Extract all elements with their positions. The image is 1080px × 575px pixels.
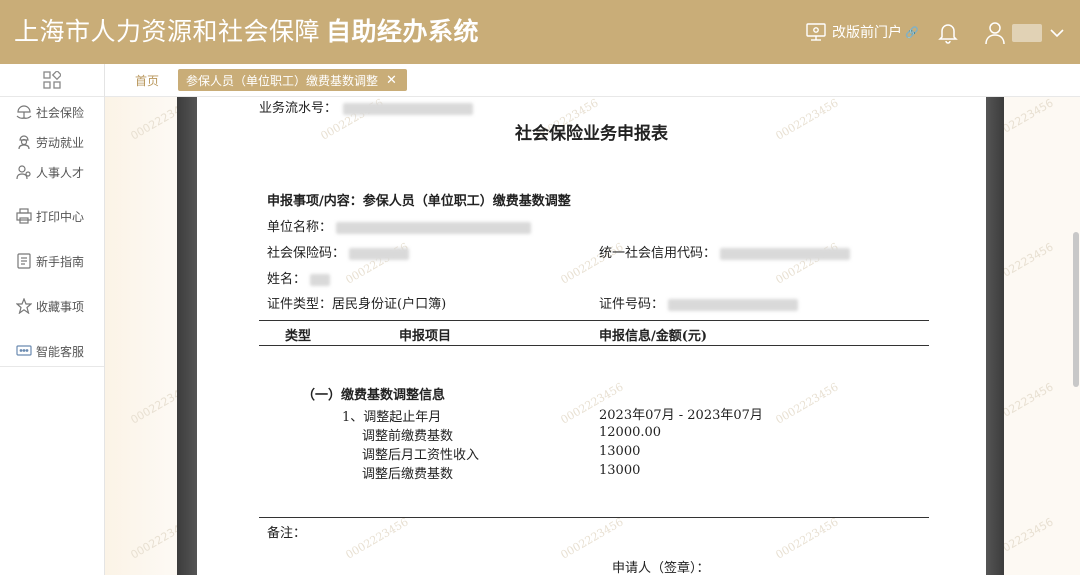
app-title-bold: 自助经办系统 — [326, 17, 480, 46]
printer-icon — [16, 208, 32, 224]
social-code-label: 社会保险码： — [267, 246, 346, 261]
tab-contribution-adjustment[interactable]: 参保人员（单位职工）缴费基数调整 ✕ — [178, 69, 407, 91]
sidebar-divider — [0, 366, 104, 367]
user-icon — [985, 22, 1005, 45]
id-type-value: 居民身份证(户口簿) — [332, 297, 447, 312]
sidebar-item-beginner-guide[interactable]: 新手指南 — [16, 251, 84, 271]
star-icon — [16, 298, 32, 314]
sidebar-item-label: 社会保险 — [36, 105, 85, 120]
sidebar-item-label: 打印中心 — [36, 209, 85, 224]
people-icon — [16, 165, 31, 180]
serial-number-row: 业务流水号： — [259, 97, 474, 116]
unit-name-row: 单位名称： — [267, 216, 532, 235]
guide-icon — [17, 253, 31, 269]
section-heading: （一）缴费基数调整信息 — [302, 388, 446, 403]
credit-code-label: 统一社会信用代码： — [599, 246, 717, 261]
row-label: 1、调整起止年月 — [342, 410, 442, 425]
app-header: 上海市人力资源和社会保障 自助经办系统 改版前门户 🔗 — [0, 0, 1080, 64]
sidebar: 社会保险 劳动就业 人事人才 打印中心 新手指南 收藏事项 智能客服 — [0, 64, 105, 575]
worker-icon — [18, 135, 30, 150]
old-portal-link[interactable]: 改版前门户 🔗 — [806, 20, 919, 44]
name-row: 姓名： — [267, 268, 331, 287]
sidebar-item-label: 人事人才 — [36, 165, 85, 180]
monitor-icon — [806, 23, 826, 41]
table-bottom-rule — [259, 517, 929, 518]
id-type-label: 证件类型： — [267, 297, 333, 312]
report-page: 0002223456 0002223456 0002223456 0002223… — [197, 97, 986, 575]
sidebar-item-label: 收藏事项 — [36, 299, 85, 314]
sidebar-item-employment[interactable]: 劳动就业 — [16, 132, 84, 152]
sidebar-item-print-center[interactable]: 打印中心 — [16, 206, 84, 226]
unit-name-redacted — [336, 221, 532, 234]
watermark: 0002223456 — [773, 515, 841, 562]
social-code-row: 社会保险码： — [267, 242, 410, 261]
applicant-signature-label: 申请人（签章）： — [612, 561, 710, 575]
page-shadow-right — [986, 97, 1004, 575]
user-name-redacted — [1012, 24, 1042, 42]
bell-icon[interactable] — [936, 20, 960, 44]
id-number-redacted — [668, 298, 799, 311]
id-type-row: 证件类型：居民身份证(户口簿) — [267, 293, 446, 312]
row-label: 调整后缴费基数 — [362, 467, 454, 482]
row-label: 调整前缴费基数 — [362, 429, 454, 444]
app-title: 上海市人力资源和社会保障 自助经办系统 — [14, 14, 479, 50]
social-code-redacted — [349, 247, 410, 260]
document-viewer: 0002223456 0002223456 0002223456 0002223… — [105, 97, 1080, 575]
page-shadow-left — [177, 97, 197, 575]
table-header-rule — [259, 345, 929, 346]
sidebar-item-favorites[interactable]: 收藏事项 — [16, 296, 84, 316]
vertical-scrollbar[interactable] — [1073, 232, 1079, 387]
sidebar-item-label: 劳动就业 — [36, 135, 85, 150]
watermark: 0002223456 — [773, 380, 841, 427]
serial-number-label: 业务流水号： — [259, 101, 338, 116]
table-top-rule — [259, 320, 929, 321]
close-icon[interactable]: ✕ — [386, 74, 397, 87]
sidebar-item-social-insurance[interactable]: 社会保险 — [16, 102, 84, 122]
umbrella-hands-icon — [16, 105, 32, 119]
tab-bar: 首页 参保人员（单位职工）缴费基数调整 ✕ — [105, 64, 1080, 97]
id-number-label: 证件号码： — [599, 297, 665, 312]
sidebar-item-smart-service[interactable]: 智能客服 — [16, 341, 84, 361]
credit-code-redacted — [720, 247, 851, 260]
report-title: 社会保险业务申报表 — [515, 124, 668, 144]
name-label: 姓名： — [267, 272, 307, 287]
app-title-regular: 上海市人力资源和社会保障 — [14, 17, 321, 46]
credit-code-row: 统一社会信用代码： — [599, 242, 851, 261]
sidebar-item-label: 新手指南 — [36, 254, 85, 269]
serial-number-redacted — [343, 102, 474, 115]
sidebar-item-label: 智能客服 — [36, 344, 85, 359]
sidebar-apps-toggle[interactable] — [0, 64, 104, 97]
apps-grid-icon — [43, 71, 61, 89]
row-value: 12000.00 — [599, 425, 662, 440]
sidebar-item-personnel[interactable]: 人事人才 — [16, 162, 84, 182]
chat-icon — [16, 345, 32, 356]
row-label: 调整后月工资性收入 — [362, 448, 480, 463]
tab-label: 参保人员（单位职工）缴费基数调整 — [186, 73, 379, 88]
unit-name-label: 单位名称： — [267, 220, 333, 235]
watermark: 0002223456 — [343, 515, 411, 562]
declaration-item: 申报事项/内容：参保人员（单位职工）缴费基数调整 — [267, 194, 571, 209]
name-redacted — [310, 273, 331, 286]
column-header-info: 申报信息/金额(元) — [599, 329, 708, 344]
row-value: 13000 — [599, 463, 641, 478]
watermark: 0002223456 — [558, 515, 626, 562]
remarks-label: 备注： — [267, 526, 307, 541]
old-portal-label: 改版前门户 — [832, 25, 902, 41]
link-icon: 🔗 — [905, 25, 919, 39]
row-value: 2023年07月 - 2023年07月 — [599, 408, 763, 423]
tab-home[interactable]: 首页 — [135, 72, 159, 89]
chevron-down-icon[interactable] — [1050, 28, 1064, 38]
row-value: 13000 — [599, 444, 641, 459]
user-menu[interactable] — [984, 20, 1064, 46]
id-number-row: 证件号码： — [599, 293, 799, 312]
column-header-item: 申报项目 — [399, 329, 452, 344]
column-header-type: 类型 — [285, 329, 312, 344]
